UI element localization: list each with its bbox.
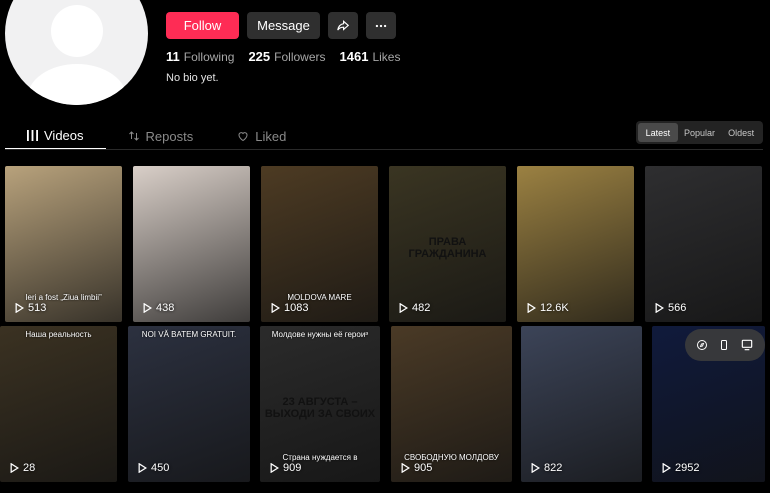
message-button[interactable]: Message — [247, 12, 320, 39]
video-caption: СВОБОДНУЮ МОЛДОВУ — [404, 453, 499, 462]
likes-label: Likes — [372, 50, 401, 64]
tab-liked[interactable]: Liked — [215, 122, 308, 150]
more-icon — [375, 24, 387, 27]
tab-videos[interactable]: Videos — [5, 122, 106, 150]
play-icon — [143, 303, 152, 313]
video-caption: 23 АВГУСТА – ВЫХОДИ ЗА СВОИХ — [264, 396, 376, 421]
tab-videos-label: Videos — [44, 127, 84, 143]
play-icon — [271, 303, 280, 313]
view-count: 450 — [138, 462, 169, 474]
view-count-value: 905 — [414, 462, 433, 474]
view-count: 909 — [270, 462, 301, 474]
view-count-value: 438 — [156, 302, 175, 314]
view-count: 12.6K — [527, 302, 569, 314]
sort-latest[interactable]: Latest — [638, 123, 678, 142]
view-count-value: 482 — [412, 302, 431, 314]
video-caption: Молдове нужны её героиᵊ — [271, 330, 369, 339]
sort-oldest[interactable]: Oldest — [721, 123, 761, 142]
following-label: Following — [183, 50, 235, 64]
video-caption: Ieri a fost „Ziua limbii” — [25, 293, 102, 302]
more-button[interactable] — [366, 12, 396, 39]
video-thumbnail[interactable]: СВОБОДНУЮ МОЛДОВУ 905 — [391, 326, 512, 482]
video-thumbnail[interactable]: 566 — [645, 166, 762, 322]
view-count: 438 — [143, 302, 174, 314]
profile-stats: 11 Following 225 Followers 1461 Likes — [166, 49, 400, 64]
video-caption: Страна нуждается в — [282, 453, 358, 462]
view-count: 905 — [401, 462, 432, 474]
view-count: 2952 — [662, 462, 699, 474]
compass-icon[interactable] — [696, 339, 708, 351]
video-caption: ПРАВА ГРАЖДАНИНА — [408, 236, 487, 261]
profile-bio: No bio yet. — [166, 72, 219, 84]
view-count-value: 12.6K — [540, 302, 569, 314]
desktop-icon[interactable] — [740, 338, 754, 352]
view-count: 822 — [531, 462, 562, 474]
video-caption: MOLDOVA MARE — [287, 293, 352, 302]
heart-icon — [238, 132, 248, 142]
phone-icon[interactable] — [718, 339, 730, 351]
play-icon — [15, 303, 24, 313]
sort-popular[interactable]: Popular — [680, 123, 720, 142]
avatar-placeholder-head — [51, 5, 103, 57]
view-count-value: 1083 — [284, 302, 309, 314]
play-icon — [662, 463, 671, 473]
floating-controls — [685, 329, 765, 361]
view-count: 482 — [399, 302, 430, 314]
tabs-divider — [5, 149, 763, 150]
video-thumbnail[interactable]: 438 — [133, 166, 250, 322]
avatar[interactable] — [5, 0, 148, 105]
video-caption: NOI VĂ BATEM GRATUIT. — [141, 330, 237, 339]
followers-stat[interactable]: 225 Followers — [248, 49, 325, 64]
likes-count: 1461 — [339, 49, 369, 64]
video-caption: Наша реальность — [25, 330, 92, 339]
play-icon — [655, 303, 664, 313]
follow-button[interactable]: Follow — [166, 12, 239, 39]
view-count-value: 28 — [23, 462, 36, 474]
avatar-placeholder-body — [27, 64, 127, 105]
view-count: 513 — [15, 302, 46, 314]
video-thumbnail[interactable]: 12.6K — [517, 166, 634, 322]
video-thumbnail[interactable]: ПРАВА ГРАЖДАНИНА 482 — [389, 166, 506, 322]
play-icon — [399, 303, 408, 313]
profile-actions: Follow Message — [166, 12, 396, 39]
video-thumbnail[interactable]: Наша реальность 28 — [0, 326, 117, 482]
repost-icon — [128, 131, 139, 141]
view-count-value: 566 — [668, 302, 687, 314]
video-thumbnail[interactable]: NOI VĂ BATEM GRATUIT. 450 — [128, 326, 250, 482]
view-count-value: 450 — [151, 462, 170, 474]
share-icon — [337, 19, 350, 31]
view-count-value: 2952 — [675, 462, 700, 474]
profile-tabs: Videos Reposts Liked — [5, 122, 308, 150]
followers-count: 225 — [248, 49, 271, 64]
view-count-value: 513 — [28, 302, 47, 314]
view-count-value: 909 — [283, 462, 302, 474]
video-thumbnail[interactable]: 822 — [521, 326, 642, 482]
following-count: 11 — [166, 49, 180, 64]
play-icon — [138, 463, 147, 473]
view-count: 1083 — [271, 302, 308, 314]
view-count-value: 822 — [544, 462, 563, 474]
play-icon — [270, 463, 279, 473]
play-icon — [531, 463, 540, 473]
play-icon — [401, 463, 410, 473]
grid-icon — [27, 129, 38, 141]
likes-stat: 1461 Likes — [340, 49, 401, 64]
tab-liked-label: Liked — [255, 128, 287, 144]
video-thumbnail[interactable]: Молдове нужны её героиᵊ 23 АВГУСТА – ВЫХО… — [260, 326, 380, 482]
video-thumbnail[interactable]: Ieri a fost „Ziua limbii” 513 — [5, 166, 122, 322]
video-thumbnail[interactable]: MOLDOVA MARE 1083 — [261, 166, 378, 322]
tab-reposts-label: Reposts — [145, 128, 194, 144]
sort-segmented-control: Latest Popular Oldest — [636, 121, 763, 144]
play-icon — [527, 303, 536, 313]
followers-label: Followers — [274, 50, 326, 64]
following-stat[interactable]: 11 Following — [166, 49, 234, 64]
tab-reposts[interactable]: Reposts — [106, 122, 216, 150]
view-count: 566 — [655, 302, 686, 314]
share-button[interactable] — [328, 12, 358, 39]
view-count: 28 — [10, 462, 35, 474]
play-icon — [10, 463, 19, 473]
